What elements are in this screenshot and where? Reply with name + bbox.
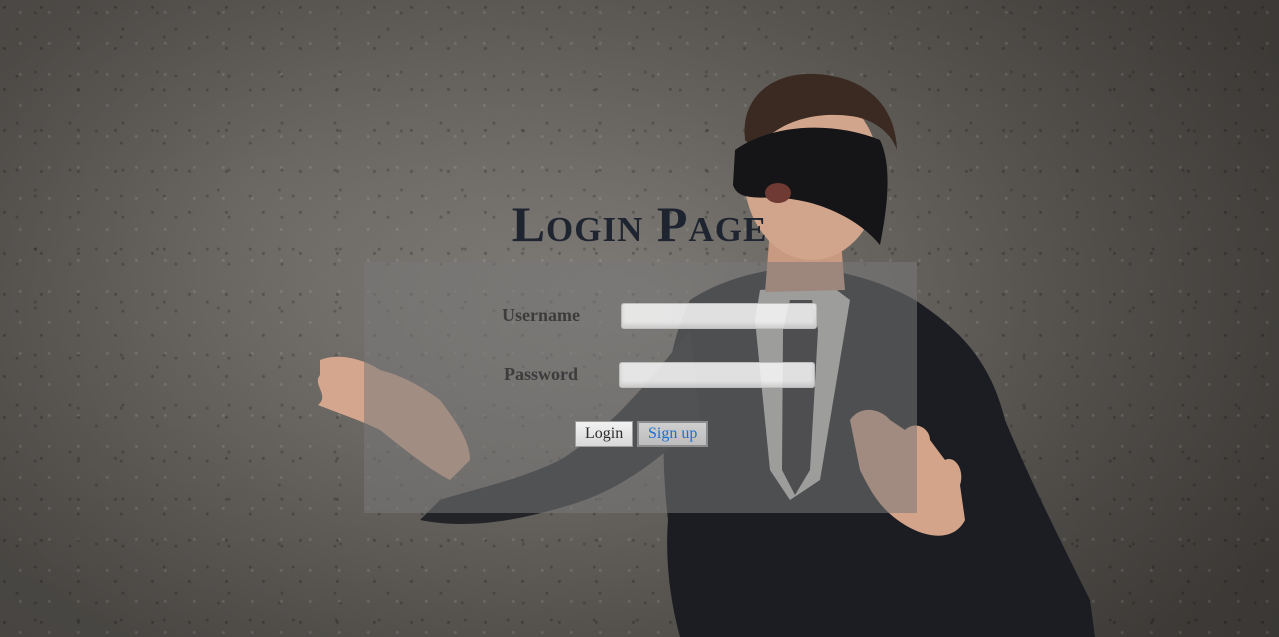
login-form-panel: Username Password Login Sign up [364, 262, 917, 513]
username-row: Username [364, 302, 917, 332]
password-label: Password [503, 364, 578, 384]
password-input[interactable] [619, 362, 815, 388]
signup-button[interactable]: Sign up [637, 421, 709, 447]
username-input[interactable] [621, 303, 817, 329]
username-label: Username [502, 305, 580, 325]
login-button[interactable]: Login [575, 421, 634, 447]
form-buttons: Login Sign up [364, 421, 917, 447]
page-title: Login Page [511, 196, 768, 252]
password-row: Password [364, 361, 917, 391]
